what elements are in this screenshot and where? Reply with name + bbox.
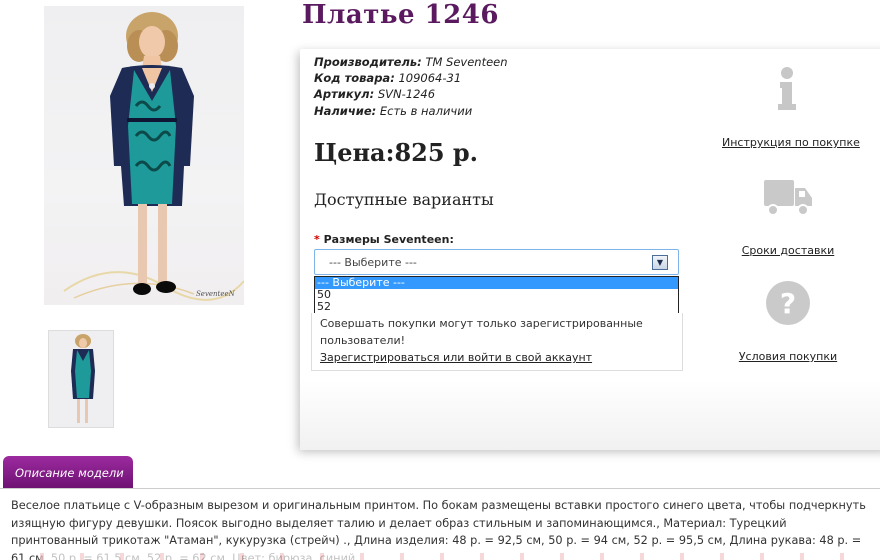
size-select[interactable]: --- Выберите --- ▼	[314, 249, 679, 275]
thumbnail-image	[71, 334, 95, 423]
info-icon	[778, 67, 796, 110]
size-option-52[interactable]: 52	[315, 301, 678, 313]
dress-model-image: SeventeeN	[63, 12, 244, 301]
svg-text:?: ?	[780, 287, 796, 320]
variants-heading: Доступные варианты	[314, 190, 494, 209]
notice-text: Совершать покупки могут только зарегистр…	[320, 317, 643, 347]
tab-description[interactable]: Описание модели	[3, 456, 133, 488]
spec-availability: Наличие: Есть в наличии	[314, 103, 473, 118]
product-specs: Производитель: TM Seventeen Код товара: …	[314, 54, 508, 119]
spec-article: Артикул: SVN-1246	[314, 87, 436, 102]
product-title: Платье 1246	[302, 0, 499, 30]
required-mark: *	[314, 233, 320, 246]
delivery-terms-label[interactable]: Сроки доставки	[742, 244, 835, 257]
purchase-conditions[interactable]: ? Условия покупки	[723, 280, 853, 363]
size-select-value: --- Выберите ---	[329, 256, 417, 269]
purchase-instructions-label[interactable]: Инструкция по покупке	[722, 136, 860, 149]
decorative-divider	[40, 553, 860, 560]
truck-icon	[764, 180, 812, 216]
watermark-text: SeventeeN	[196, 290, 236, 298]
size-option-placeholder[interactable]: --- Выберите ---	[315, 277, 678, 289]
product-thumbnail[interactable]	[48, 330, 114, 428]
chevron-down-icon[interactable]: ▼	[652, 255, 668, 270]
purchase-instructions[interactable]: Инструкция по покупке	[722, 66, 860, 149]
size-option-50[interactable]: 50	[315, 289, 678, 301]
product-main-photo[interactable]: SeventeeN	[44, 6, 244, 305]
login-notice: Совершать покупки могут только зарегистр…	[311, 313, 683, 371]
delivery-terms[interactable]: Сроки доставки	[723, 176, 853, 257]
size-dropdown-list[interactable]: --- Выберите --- 50 52	[314, 276, 679, 314]
panel-shadow	[300, 380, 880, 450]
spec-product-code: Код товара: 109064-31	[314, 71, 462, 86]
question-icon: ?	[766, 281, 810, 325]
product-price: Цена:825 р.	[314, 138, 479, 167]
description-text: Веселое платьице с V-образным вырезом и …	[11, 499, 866, 560]
size-select-label: * Размеры Seventeen:	[314, 233, 454, 246]
register-login-link[interactable]: Зарегистрироваться или войти в свой акка…	[320, 349, 682, 366]
spec-manufacturer: Производитель: TM Seventeen	[314, 55, 508, 69]
purchase-conditions-label[interactable]: Условия покупки	[739, 350, 837, 363]
